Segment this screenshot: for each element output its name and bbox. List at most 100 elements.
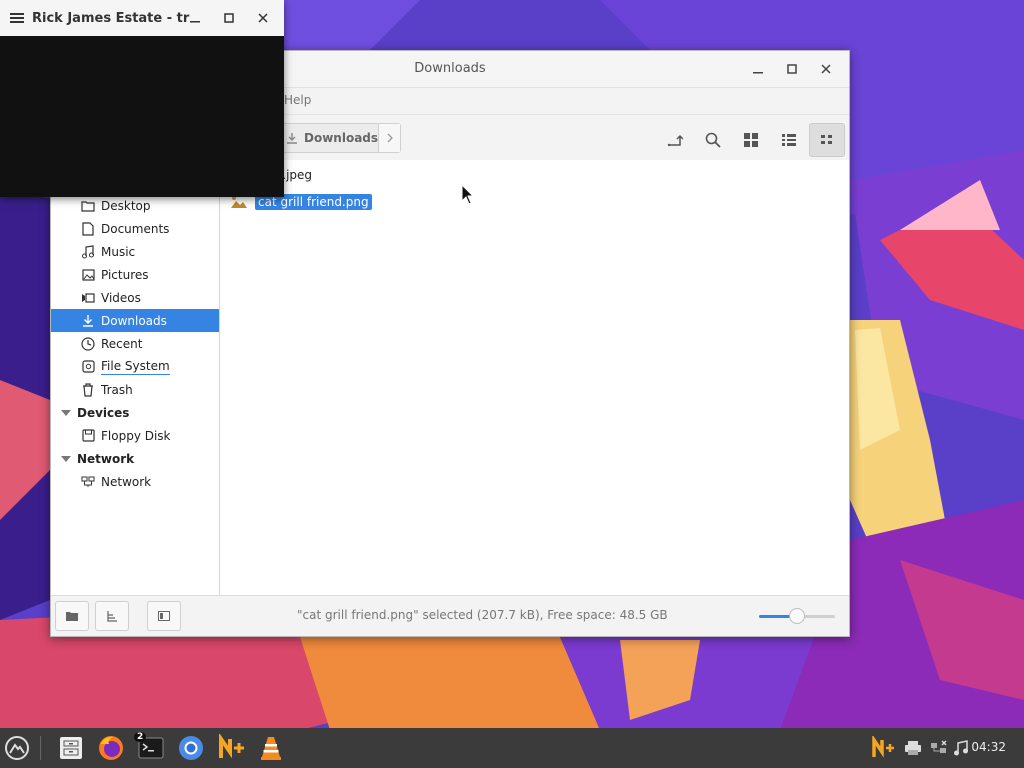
- taskbar-file-manager[interactable]: [54, 732, 88, 764]
- taskbar-vlc[interactable]: [254, 732, 288, 764]
- floppy-icon: [81, 429, 95, 443]
- sidebar-item-label: File System: [101, 358, 170, 375]
- sidebar-header-label: Network: [77, 451, 135, 466]
- sidebar-header-network[interactable]: Network: [51, 447, 219, 470]
- taskbar-chromium[interactable]: [174, 732, 208, 764]
- zoom-slider-handle[interactable]: [789, 608, 805, 624]
- notepadqq-tray-icon: [872, 736, 894, 758]
- drive-icon: [81, 360, 95, 374]
- list-view-button[interactable]: [771, 123, 807, 157]
- hamburger-menu-icon[interactable]: [10, 12, 24, 24]
- sidebar-item-music[interactable]: Music: [51, 240, 219, 263]
- picture-icon: [81, 268, 95, 282]
- vlc-icon: [261, 737, 281, 760]
- chromium-icon: [179, 736, 203, 760]
- music-icon: [954, 740, 968, 756]
- overlay-window: Rick James Estate - tr: [0, 0, 284, 197]
- open-location-button[interactable]: [657, 123, 693, 157]
- overlay-title: Rick James Estate - tr: [32, 10, 190, 26]
- mouse-cursor-icon: [461, 184, 475, 205]
- download-icon: [287, 133, 297, 144]
- window-title: Downloads: [414, 61, 486, 76]
- file-list[interactable]: ges.jpeg cat grill friend.png: [221, 160, 849, 598]
- sidebar-item-label: Network: [101, 474, 152, 489]
- menu-icon: [5, 736, 29, 760]
- folder-icon: [81, 199, 95, 213]
- notepadqq-icon: [219, 734, 244, 759]
- clock-icon: [81, 336, 95, 351]
- chevron-right-icon: [387, 133, 393, 143]
- chevron-down-icon: [61, 455, 71, 462]
- sidebar-item-downloads[interactable]: Downloads: [51, 309, 219, 332]
- breadcrumb: Downloads: [277, 123, 401, 153]
- network-icon: [81, 475, 95, 489]
- sidebar-item-floppy-disk[interactable]: Floppy Disk: [51, 424, 219, 447]
- taskbar-firefox[interactable]: [94, 732, 128, 764]
- compact-view-icon: [821, 135, 832, 144]
- sidebar-item-label: Documents: [101, 221, 170, 236]
- clock[interactable]: 04:32: [971, 740, 1006, 754]
- search-button[interactable]: [695, 123, 731, 157]
- sidebar: Desktop Documents Music Pictures Videos …: [51, 160, 220, 598]
- status-text: "cat grill friend.png" selected (207.7 k…: [297, 608, 668, 622]
- app-menu-button[interactable]: [0, 732, 34, 764]
- terminal-window-count-badge: 2: [134, 732, 147, 742]
- folder-icon: [66, 612, 78, 621]
- sidebar-item-desktop[interactable]: Desktop: [51, 194, 219, 217]
- icon-view-button[interactable]: [733, 123, 769, 157]
- sidebar-item-videos[interactable]: Videos: [51, 286, 219, 309]
- sidebar-header-label: Devices: [77, 405, 130, 420]
- download-icon: [81, 314, 95, 328]
- grid-view-icon: [744, 133, 758, 147]
- trash-icon: [81, 382, 95, 397]
- search-icon: [705, 132, 721, 148]
- overlay-content: [0, 36, 284, 197]
- overlay-maximize-button[interactable]: [212, 0, 246, 36]
- sidebar-toggle-icon: [158, 611, 170, 621]
- overlay-titlebar[interactable]: Rick James Estate - tr: [0, 0, 284, 36]
- sidebar-item-label: Music: [101, 244, 136, 259]
- maximize-button[interactable]: [775, 51, 809, 87]
- sidebar-header-devices[interactable]: Devices: [51, 401, 219, 424]
- sidebar-item-recent[interactable]: Recent: [51, 332, 219, 355]
- breadcrumb-forward-button[interactable]: [378, 124, 400, 152]
- taskbar-terminal[interactable]: 2: [134, 732, 168, 764]
- sidebar-item-file-system[interactable]: File System: [51, 355, 219, 378]
- breadcrumb-label: Downloads: [304, 131, 379, 145]
- chevron-down-icon: [61, 409, 71, 416]
- music-icon: [81, 244, 95, 259]
- overlay-close-button[interactable]: [246, 0, 280, 36]
- zoom-slider[interactable]: [759, 608, 835, 624]
- taskbar: 2 04:32: [0, 728, 1024, 768]
- menu-help[interactable]: Help: [284, 93, 311, 107]
- tree-icon: [107, 611, 117, 622]
- show-tree-button[interactable]: [95, 601, 129, 631]
- printer-icon: [905, 741, 921, 755]
- sidebar-item-label: Downloads: [101, 313, 167, 328]
- sidebar-item-documents[interactable]: Documents: [51, 217, 219, 240]
- taskbar-notepadqq[interactable]: [214, 732, 248, 764]
- video-icon: [81, 291, 95, 305]
- close-button[interactable]: [809, 51, 843, 87]
- compact-view-button[interactable]: [809, 123, 845, 157]
- sidebar-item-label: Trash: [101, 382, 133, 397]
- document-icon: [81, 221, 95, 236]
- tray-notepadqq[interactable]: [866, 732, 900, 764]
- sidebar-item-pictures[interactable]: Pictures: [51, 263, 219, 286]
- show-places-button[interactable]: [55, 601, 89, 631]
- sidebar-item-label: Floppy Disk: [101, 428, 171, 443]
- firefox-icon: [99, 736, 123, 760]
- sidebar-item-trash[interactable]: Trash: [51, 378, 219, 401]
- sidebar-item-label: Desktop: [101, 198, 151, 213]
- sidebar-item-network[interactable]: Network: [51, 470, 219, 493]
- sidebar-item-label: Videos: [101, 290, 141, 305]
- file-manager-icon: [60, 737, 82, 759]
- toggle-sidebar-button[interactable]: [147, 601, 181, 631]
- overlay-minimize-button[interactable]: [178, 0, 212, 36]
- location-icon: [667, 134, 683, 147]
- sidebar-item-label: Recent: [101, 336, 143, 351]
- sidebar-item-label: Pictures: [101, 267, 149, 282]
- breadcrumb-downloads[interactable]: Downloads: [278, 124, 378, 152]
- list-view-icon: [782, 134, 796, 146]
- minimize-button[interactable]: [741, 51, 775, 87]
